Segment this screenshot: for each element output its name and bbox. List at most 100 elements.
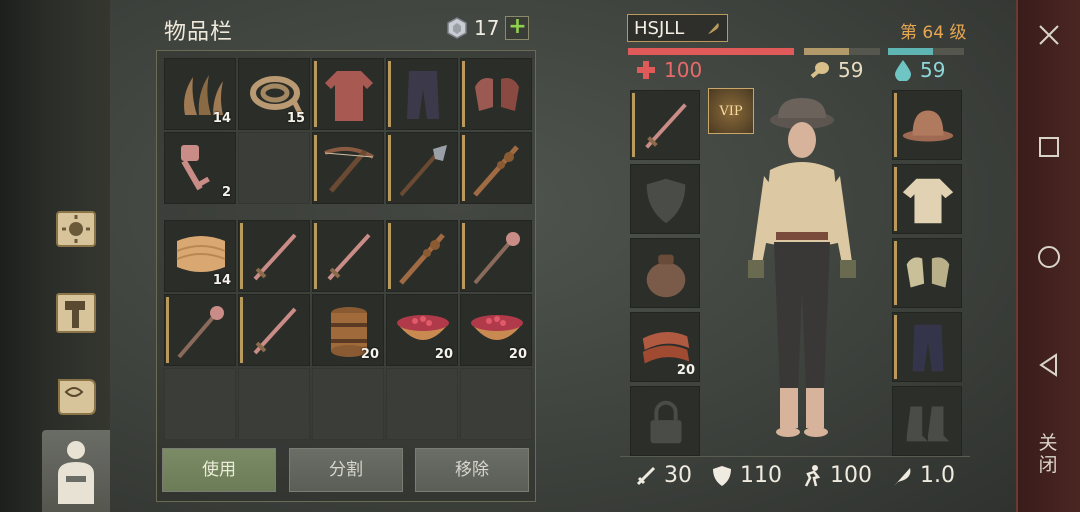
durability-bar <box>314 223 317 289</box>
square-icon <box>1039 137 1059 157</box>
equip-shield-slot[interactable] <box>630 164 700 234</box>
tab-crafting[interactable] <box>44 198 108 260</box>
attack-value: 30 <box>664 463 692 488</box>
durability-bar <box>240 223 243 289</box>
remove-button[interactable]: 移除 <box>415 448 529 492</box>
sword-icon <box>645 103 687 149</box>
inventory-slot-empty[interactable] <box>460 368 532 440</box>
item-count: 14 <box>212 111 231 126</box>
mace-icon <box>177 306 224 359</box>
health-cross-icon <box>637 61 655 79</box>
inventory-slot[interactable]: 20 <box>386 294 458 366</box>
gloves-icon <box>906 257 950 288</box>
thirst-stat: 59 <box>894 58 945 82</box>
inventory-slot-empty[interactable] <box>386 368 458 440</box>
coin-count: 17 <box>474 16 500 40</box>
equip-feet-slot[interactable] <box>892 386 962 456</box>
durability-bar <box>632 93 635 157</box>
drumstick-icon <box>810 62 829 79</box>
recent-apps-button[interactable] <box>1032 130 1066 164</box>
health-value: 100 <box>664 58 703 82</box>
running-icon <box>804 464 821 487</box>
inventory-slot[interactable] <box>386 132 458 204</box>
durability-bar <box>314 135 317 201</box>
inventory-slot[interactable]: 14 <box>164 58 236 130</box>
hunger-bar-fill <box>804 48 849 55</box>
equip-bag-slot[interactable] <box>630 238 700 308</box>
coin-counter: 17 + <box>446 14 530 42</box>
thirst-bar-fill <box>888 48 933 55</box>
equip-chest-slot[interactable] <box>892 164 962 234</box>
inventory-slot-empty[interactable] <box>312 368 384 440</box>
close-label[interactable]: 关闭 <box>1036 432 1060 476</box>
inventory-slot[interactable] <box>460 132 532 204</box>
thirst-value: 59 <box>920 58 946 82</box>
inventory-slot[interactable]: 20 <box>312 294 384 366</box>
health-bar <box>628 48 794 55</box>
inventory-slot[interactable] <box>238 132 310 204</box>
chainmail-gloves-icon <box>475 78 519 111</box>
feather-edit-icon <box>708 23 719 34</box>
inventory-slot-empty[interactable] <box>164 368 236 440</box>
home-button[interactable] <box>1032 240 1066 274</box>
spiked-club-icon <box>399 233 445 285</box>
attack-stat: 30 <box>634 463 692 488</box>
use-button[interactable]: 使用 <box>162 448 276 492</box>
weight-stat: 1.0 <box>890 463 955 488</box>
weight-value: 1.0 <box>920 463 955 488</box>
inventory-slot[interactable] <box>312 58 384 130</box>
scroll-icon <box>58 379 96 415</box>
inventory-slot[interactable]: 2 <box>164 132 236 204</box>
shirt-icon <box>902 178 954 224</box>
mace-icon <box>473 232 520 285</box>
triangle-back-icon <box>1039 353 1057 377</box>
tab-building[interactable] <box>44 282 108 344</box>
inventory-slot[interactable] <box>386 220 458 292</box>
inventory-slot[interactable] <box>312 220 384 292</box>
durability-bar <box>388 135 391 201</box>
combat-stats: 30 110 100 1.0 <box>620 456 970 496</box>
close-icon <box>1039 25 1059 45</box>
chainmail-shirt-icon <box>325 71 373 121</box>
tab-quests[interactable] <box>44 364 108 426</box>
equip-weapon-slot[interactable] <box>630 90 700 160</box>
durability-bar <box>894 93 897 157</box>
inventory-slot[interactable] <box>312 132 384 204</box>
split-button[interactable]: 分割 <box>289 448 403 492</box>
spiked-club-icon <box>473 145 519 197</box>
lock-icon <box>650 400 682 444</box>
inventory-slot[interactable] <box>460 58 532 130</box>
inventory-slot[interactable]: 14 <box>164 220 236 292</box>
add-coins-button[interactable]: + <box>505 16 530 40</box>
equip-legs-slot[interactable] <box>892 312 962 382</box>
inventory-slot[interactable] <box>238 220 310 292</box>
durability-bar <box>462 61 465 127</box>
equip-locked-slot[interactable] <box>630 386 700 456</box>
sword-icon <box>253 307 297 355</box>
hunger-stat: 59 <box>808 58 863 82</box>
inventory-slot[interactable]: 15 <box>238 58 310 130</box>
inventory-slot[interactable] <box>164 294 236 366</box>
back-button[interactable] <box>1032 348 1066 382</box>
equip-head-slot[interactable] <box>892 90 962 160</box>
tab-character[interactable] <box>42 430 110 512</box>
equip-hands-slot[interactable] <box>892 238 962 308</box>
close-x-button[interactable] <box>1032 18 1066 52</box>
shield-icon <box>646 178 686 224</box>
inventory-slot[interactable] <box>386 58 458 130</box>
pouch-icon <box>646 254 686 298</box>
durability-bar <box>894 167 897 231</box>
equip-food-slot[interactable]: 20 <box>630 312 700 382</box>
item-count: 20 <box>508 347 527 362</box>
inventory-slot[interactable] <box>460 220 532 292</box>
armor-value: 110 <box>740 463 782 488</box>
attack-sword-icon <box>636 466 656 485</box>
durability-bar <box>240 297 243 363</box>
player-name-box[interactable]: HSJLL <box>627 14 728 42</box>
sword-icon <box>327 233 371 281</box>
inventory-slot[interactable]: 20 <box>460 294 532 366</box>
inventory-slot-empty[interactable] <box>238 368 310 440</box>
inventory-slot[interactable] <box>238 294 310 366</box>
food-count: 20 <box>676 363 695 378</box>
durability-bar <box>462 135 465 201</box>
